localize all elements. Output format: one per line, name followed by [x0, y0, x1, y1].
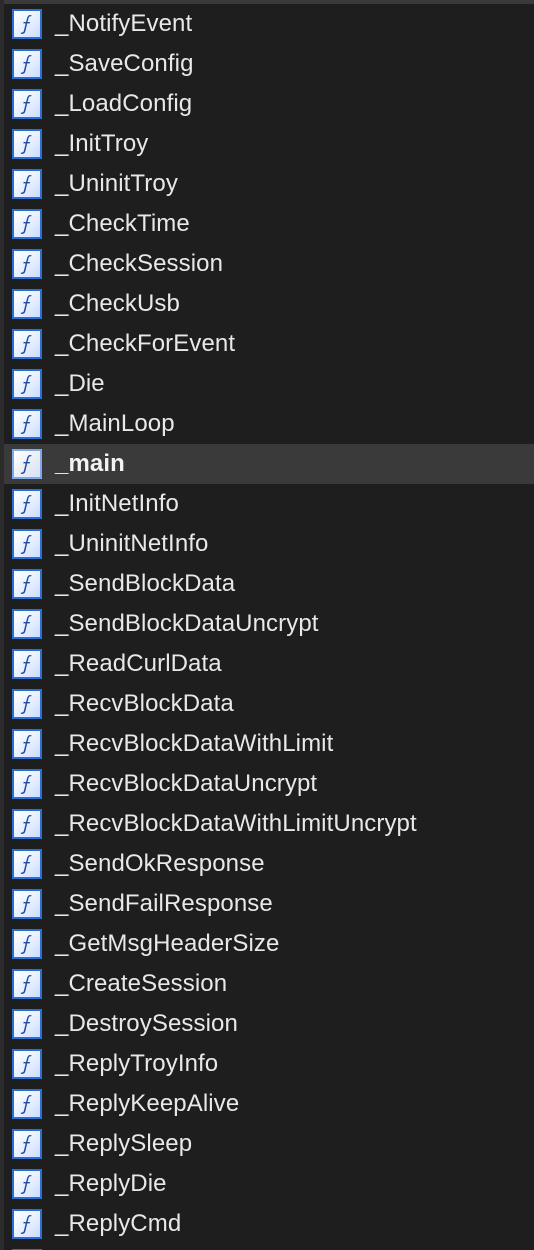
function-item-label: _UninitNetInfo — [55, 530, 209, 557]
function-item[interactable]: _ReplyTroyInfo — [4, 1044, 534, 1084]
function-icon — [12, 369, 42, 399]
function-icon — [12, 129, 42, 159]
function-icon — [12, 689, 42, 719]
function-icon — [12, 209, 42, 239]
function-item[interactable]: _ReplyKeepAlive — [4, 1084, 534, 1124]
function-item-label: _Die — [55, 370, 105, 397]
function-item-label: _SendOkResponse — [55, 850, 265, 877]
function-icon — [12, 9, 42, 39]
function-item[interactable]: _MainLoop — [4, 404, 534, 444]
function-icon — [12, 489, 42, 519]
function-item[interactable]: _ReadCurlData — [4, 644, 534, 684]
function-item-label: _InitNetInfo — [55, 490, 179, 517]
function-item-label: _ReadCurlData — [55, 650, 222, 677]
function-item-label: _RecvBlockDataWithLimitUncrypt — [55, 810, 417, 837]
function-item-label: _CheckForEvent — [55, 330, 236, 357]
function-icon — [12, 1209, 42, 1239]
function-item[interactable]: _SendOkResponse — [4, 844, 534, 884]
function-item-label: _CheckUsb — [55, 290, 180, 317]
function-item-label: _UninitTroy — [55, 170, 178, 197]
function-icon — [12, 529, 42, 559]
function-item[interactable]: _Die — [4, 364, 534, 404]
function-item[interactable]: _ReplyCmd — [4, 1204, 534, 1244]
function-icon — [12, 849, 42, 879]
function-item[interactable]: _CheckUsb — [4, 284, 534, 324]
function-icon — [12, 729, 42, 759]
function-item[interactable]: _ReplySleep — [4, 1124, 534, 1164]
function-item-label: _ReplyKeepAlive — [55, 1090, 240, 1117]
function-icon — [12, 649, 42, 679]
function-item[interactable]: _CheckSession — [4, 244, 534, 284]
function-item[interactable]: _InitNetInfo — [4, 484, 534, 524]
function-item-label: _SendBlockDataUncrypt — [55, 610, 319, 637]
function-item-label: _MainLoop — [55, 410, 175, 437]
function-icon — [12, 1089, 42, 1119]
function-item[interactable]: _UninitNetInfo — [4, 524, 534, 564]
function-item[interactable]: _RecvBlockDataUncrypt — [4, 764, 534, 804]
function-icon — [12, 569, 42, 599]
function-icon — [12, 409, 42, 439]
function-item-label: _main — [55, 450, 125, 477]
function-item-label: _InitTroy — [55, 130, 149, 157]
function-item[interactable]: _GetMsgHeaderSize — [4, 924, 534, 964]
function-icon — [12, 169, 42, 199]
function-icon — [12, 1049, 42, 1079]
function-icon — [12, 249, 42, 279]
function-item-label: _SaveConfig — [55, 50, 194, 77]
function-item[interactable]: _UninitTroy — [4, 164, 534, 204]
function-item[interactable]: _CheckForEvent — [4, 324, 534, 364]
function-item-label: _LoadConfig — [55, 90, 193, 117]
function-item[interactable]: _DestroySession — [4, 1004, 534, 1044]
function-item[interactable]: _RecvBlockDataWithLimit — [4, 724, 534, 764]
function-item-label: _RecvBlockDataWithLimit — [55, 730, 334, 757]
function-item[interactable]: _CreateSession — [4, 964, 534, 1004]
functions-panel: _NotifyEvent _SaveConfig _LoadConfig _InitT… — [0, 0, 534, 1250]
function-item[interactable]: _InitTroy — [4, 124, 534, 164]
function-item-label: _NotifyEvent — [55, 10, 193, 37]
function-icon — [12, 49, 42, 79]
function-item[interactable]: _LoadConfig — [4, 84, 534, 124]
functions-list: _NotifyEvent _SaveConfig _LoadConfig _InitT… — [4, 4, 534, 1250]
function-item[interactable]: _SendBlockDataUncrypt — [4, 604, 534, 644]
function-item-label: _SendFailResponse — [55, 890, 273, 917]
function-icon — [12, 329, 42, 359]
function-icon — [12, 289, 42, 319]
function-item[interactable]: _SendFailResponse — [4, 884, 534, 924]
function-item-label: _RecvBlockData — [55, 690, 234, 717]
function-item-label: _ReplyDie — [55, 1170, 167, 1197]
function-icon — [12, 809, 42, 839]
function-icon — [12, 1129, 42, 1159]
function-item-label: _GetMsgHeaderSize — [55, 930, 280, 957]
function-item-label: _DestroySession — [55, 1010, 238, 1037]
function-item-label: _SendBlockData — [55, 570, 236, 597]
function-icon — [12, 609, 42, 639]
function-icon — [12, 1169, 42, 1199]
function-item-label: _ReplySleep — [55, 1130, 193, 1157]
function-icon — [12, 89, 42, 119]
function-item-label: _ReplyCmd — [55, 1210, 182, 1237]
function-item[interactable]: _CheckTime — [4, 204, 534, 244]
function-icon — [12, 929, 42, 959]
function-icon — [12, 769, 42, 799]
function-item[interactable]: _SendBlockData — [4, 564, 534, 604]
function-icon — [12, 449, 42, 479]
function-item[interactable]: _RecvBlockData — [4, 684, 534, 724]
function-item[interactable]: _NotifyEvent — [4, 4, 534, 44]
function-item-label: _CheckSession — [55, 250, 224, 277]
function-item[interactable]: _ReplyDie — [4, 1164, 534, 1204]
function-item-label: _CreateSession — [55, 970, 228, 997]
function-item-label: _ReplyTroyInfo — [55, 1050, 219, 1077]
function-item-label: _CheckTime — [55, 210, 190, 237]
function-item-label: _RecvBlockDataUncrypt — [55, 770, 318, 797]
function-icon — [12, 969, 42, 999]
function-item[interactable]: _main — [4, 444, 534, 484]
function-icon — [12, 1009, 42, 1039]
function-icon — [12, 889, 42, 919]
function-item-partial[interactable] — [4, 1244, 534, 1250]
function-item[interactable]: _RecvBlockDataWithLimitUncrypt — [4, 804, 534, 844]
function-item[interactable]: _SaveConfig — [4, 44, 534, 84]
